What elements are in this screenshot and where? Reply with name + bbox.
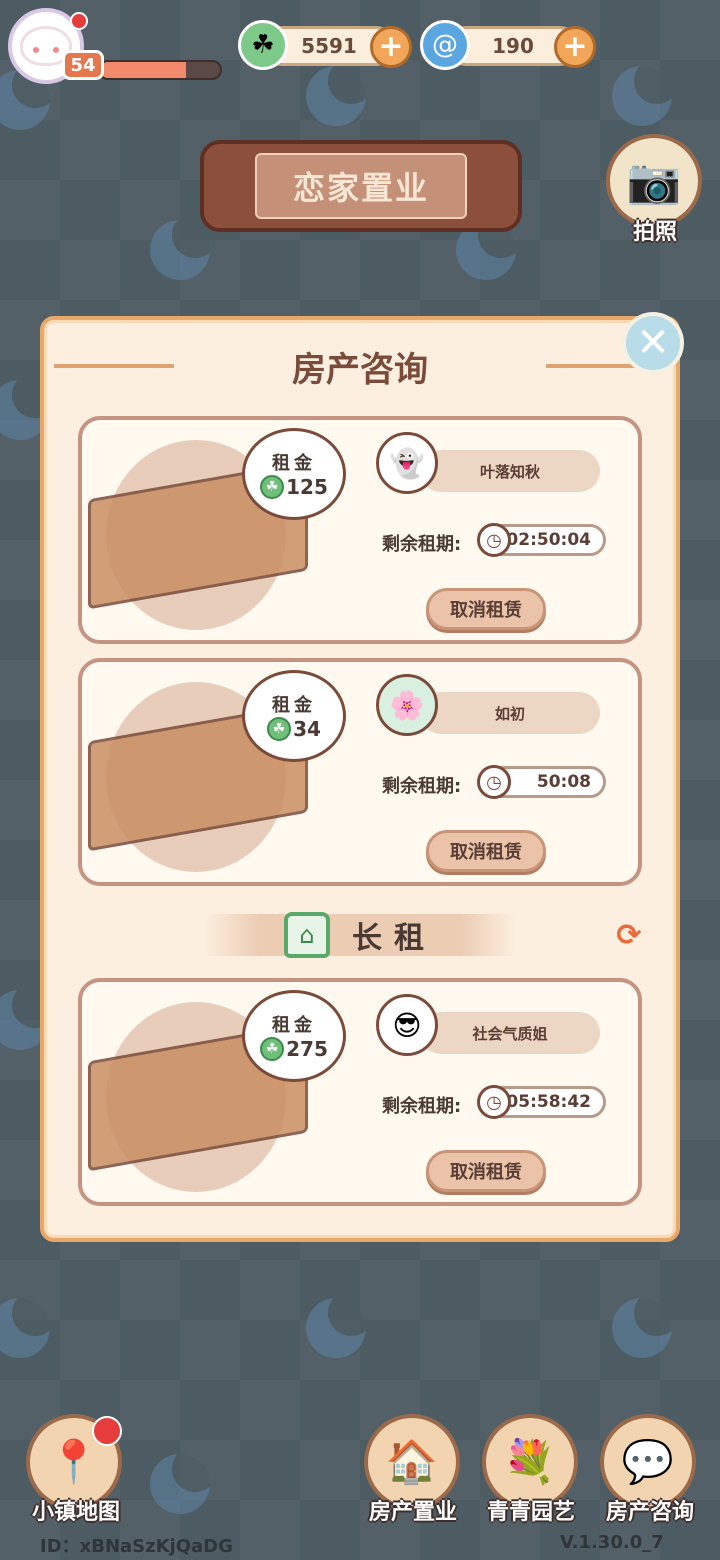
map-pin-icon: 📍 bbox=[47, 1437, 101, 1486]
lease-time: 05:58:42 bbox=[506, 1092, 591, 1112]
lease-timer: ◷ 05:58:42 bbox=[477, 1085, 606, 1119]
moon-decoration bbox=[150, 1454, 210, 1514]
dialog-title: 房产咨询 bbox=[292, 350, 428, 390]
rental-card: 租金 ☘ 34 如初 🌸 剩余租期: ◷ 50:08 取消租赁 bbox=[78, 658, 642, 886]
lotus-icon[interactable]: 🌸 bbox=[376, 674, 438, 736]
rent-bubble: 租金 ☘ 275 bbox=[242, 990, 346, 1082]
moon-decoration bbox=[0, 1298, 50, 1358]
flower-cart-icon: 💐 bbox=[503, 1437, 557, 1486]
rent-amount: 125 bbox=[286, 475, 328, 499]
lease-time: 02:50:04 bbox=[506, 530, 591, 550]
rent-amount: 275 bbox=[286, 1037, 328, 1061]
camera-icon: 📷 bbox=[626, 156, 682, 207]
tenant-name: 叶落知秋 bbox=[420, 450, 600, 492]
lease-label: 剩余租期: bbox=[382, 776, 462, 797]
long-term-section-header: ⌂ 长租 bbox=[204, 912, 516, 958]
moon-decoration bbox=[150, 220, 210, 280]
section-label: 长租 bbox=[352, 921, 436, 956]
add-swirl-button[interactable]: + bbox=[554, 26, 596, 68]
sunglasses-icon[interactable]: 😎 bbox=[376, 994, 438, 1056]
swirl-icon: @ bbox=[420, 20, 470, 70]
rent-bubble: 租金 ☘ 125 bbox=[242, 428, 346, 520]
chat-house-icon: 💬 bbox=[621, 1437, 675, 1486]
clock-icon: ◷ bbox=[477, 765, 511, 799]
lease-time: 50:08 bbox=[536, 772, 591, 792]
clover-icon: ☘ bbox=[238, 20, 288, 70]
cancel-lease-button[interactable]: 取消租赁 bbox=[426, 588, 546, 630]
rent-label: 租金 bbox=[272, 453, 316, 474]
moon-decoration bbox=[612, 66, 672, 126]
version-label: V.1.30.0_7 bbox=[560, 1532, 664, 1553]
xp-bar bbox=[98, 60, 222, 80]
property-label: 房产置业 bbox=[368, 1500, 457, 1525]
rental-card: 租金 ☘ 125 叶落知秋 👻 剩余租期: ◷ 02:50:04 取消租赁 bbox=[78, 416, 642, 644]
rent-label: 租金 bbox=[272, 1015, 316, 1036]
tenant-name: 社会气质姐 bbox=[420, 1012, 600, 1054]
clock-icon: ◷ bbox=[477, 523, 511, 557]
tenant-name: 如初 bbox=[420, 692, 600, 734]
moon-decoration bbox=[306, 66, 366, 126]
title-ornament-left bbox=[54, 364, 174, 368]
close-icon: ✕ bbox=[636, 320, 670, 366]
cancel-lease-button[interactable]: 取消租赁 bbox=[426, 1150, 546, 1192]
lease-timer: ◷ 50:08 bbox=[477, 765, 606, 799]
refresh-icon[interactable]: ⟳ bbox=[612, 918, 646, 953]
clover-icon: ☘ bbox=[260, 475, 285, 499]
add-clover-button[interactable]: + bbox=[370, 26, 412, 68]
clover-icon: ☘ bbox=[260, 1037, 285, 1061]
moon-decoration bbox=[612, 1298, 672, 1358]
player-id: ID：xBNaSzKjQaDG bbox=[40, 1536, 233, 1557]
moon-decoration bbox=[306, 1298, 366, 1358]
rent-label: 租金 bbox=[272, 695, 316, 716]
lease-label: 剩余租期: bbox=[382, 1096, 462, 1117]
garden-label: 青青园艺 bbox=[486, 1500, 575, 1525]
house-icon: 🏠 bbox=[385, 1437, 439, 1486]
shop-title: 恋家置业 bbox=[255, 153, 467, 219]
rental-card: 租金 ☘ 275 社会气质姐 😎 剩余租期: ◷ 05:58:42 取消租赁 bbox=[78, 978, 642, 1206]
camera-label: 拍照 bbox=[632, 220, 677, 245]
house-icon: ⌂ bbox=[284, 912, 330, 958]
rent-amount: 34 bbox=[293, 717, 321, 741]
notification-dot bbox=[70, 12, 88, 30]
close-button[interactable]: ✕ bbox=[622, 312, 684, 374]
cancel-lease-button[interactable]: 取消租赁 bbox=[426, 830, 546, 872]
consult-label: 房产咨询 bbox=[605, 1500, 694, 1525]
notification-dot bbox=[92, 1416, 122, 1446]
lease-timer: ◷ 02:50:04 bbox=[477, 523, 606, 557]
clover-icon: ☘ bbox=[267, 717, 292, 741]
ghost-icon[interactable]: 👻 bbox=[376, 432, 438, 494]
clock-icon: ◷ bbox=[477, 1085, 511, 1119]
level-badge: 54 bbox=[62, 50, 104, 80]
xp-bar-fill bbox=[100, 62, 187, 78]
town-map-label: 小镇地图 bbox=[31, 1500, 120, 1525]
shop-title-plaque: 恋家置业 bbox=[200, 140, 522, 232]
rent-bubble: 租金 ☘ 34 bbox=[242, 670, 346, 762]
lease-label: 剩余租期: bbox=[382, 534, 462, 555]
